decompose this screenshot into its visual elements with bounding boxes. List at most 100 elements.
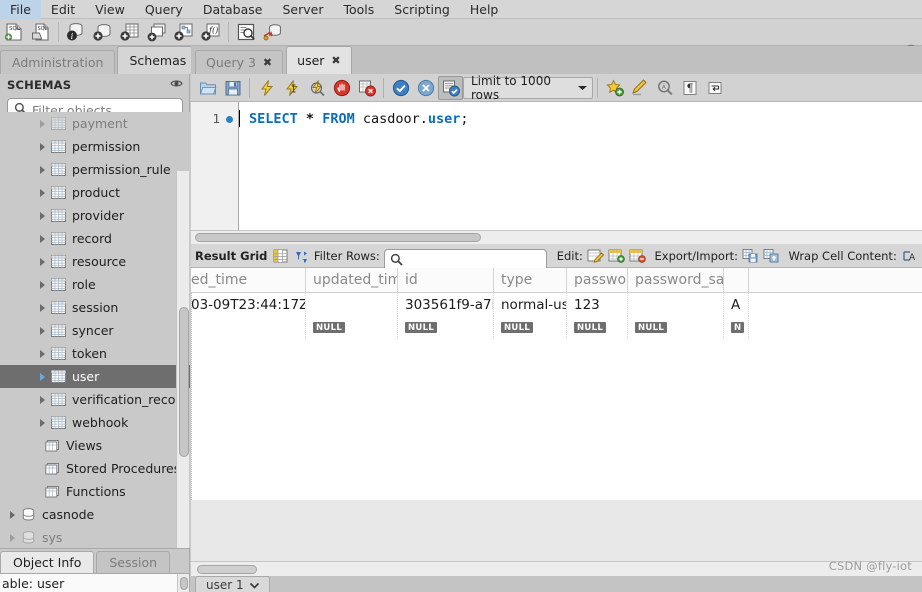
wrap-text-icon[interactable]: A [901, 247, 918, 265]
export-recordset-icon[interactable] [742, 247, 759, 265]
open-sql-script-icon[interactable]: SQL [28, 20, 54, 45]
explain-icon[interactable] [304, 76, 329, 100]
menu-item-server[interactable]: Server [272, 0, 333, 19]
menu-item-edit[interactable]: Edit [41, 0, 85, 19]
refresh-eye-icon[interactable] [170, 78, 183, 92]
new-table-icon[interactable] [117, 20, 143, 45]
save-script-icon[interactable] [220, 76, 245, 100]
object-info-tab-object-info[interactable]: Object Info [0, 551, 95, 573]
expand-arrow-icon[interactable] [6, 509, 18, 521]
expand-arrow-icon[interactable] [36, 164, 48, 176]
toggle-invisible-chars-icon[interactable]: ¶ [677, 76, 702, 100]
chevron-down-icon[interactable] [249, 578, 259, 592]
result-tab-user-1[interactable]: user 1 [195, 576, 270, 592]
grid-row[interactable]: 03-09T23:44:17Z 303561f9-a7b2-4c9a-a788-7… [191, 293, 922, 316]
sql-editor[interactable]: 1 SELECT * FROM casdoor.user; [191, 102, 922, 230]
execute-icon[interactable] [254, 76, 279, 100]
delete-row-icon[interactable] [629, 247, 647, 265]
filter-rows-icon[interactable] [293, 247, 310, 265]
expand-arrow-icon[interactable] [6, 532, 18, 544]
menu-item-scripting[interactable]: Scripting [384, 0, 460, 19]
menu-item-help[interactable]: Help [460, 0, 509, 19]
new-view-icon[interactable] [144, 20, 170, 45]
tree-item-webhook[interactable]: webhook [0, 411, 190, 434]
expand-arrow-icon[interactable] [30, 463, 42, 475]
tree-item-views[interactable]: Views [0, 434, 190, 457]
commit-icon[interactable] [388, 76, 413, 100]
tree-item-payment[interactable]: payment [0, 112, 190, 135]
grid-cell[interactable]: NULL [567, 316, 628, 339]
schema-tree[interactable]: payment permission permission_rule product p… [0, 112, 190, 575]
tree-item-provider[interactable]: provider [0, 204, 190, 227]
grid-cell[interactable]: 03-09T23:44:17Z [191, 293, 306, 316]
find-icon[interactable]: A [652, 76, 677, 100]
grid-cell[interactable] [628, 293, 724, 316]
menu-item-tools[interactable]: Tools [333, 0, 384, 19]
tree-item-product[interactable]: product [0, 181, 190, 204]
tree-item-sys[interactable]: sys [0, 526, 190, 549]
grid-column-header[interactable]: type [494, 268, 567, 292]
grid-column-header[interactable]: updated_time [306, 268, 398, 292]
expand-arrow-icon[interactable] [36, 210, 48, 222]
grid-cell[interactable] [306, 293, 398, 316]
sql-code[interactable]: SELECT * FROM casdoor.user; [239, 102, 922, 230]
expand-arrow-icon[interactable] [36, 348, 48, 360]
tree-item-resource[interactable]: resource [0, 250, 190, 273]
grid-cell[interactable]: normal-user [494, 293, 567, 316]
add-snippet-icon[interactable] [602, 76, 627, 100]
open-script-icon[interactable] [195, 76, 220, 100]
expand-arrow-icon[interactable] [36, 256, 48, 268]
grid-cell[interactable]: NULL [494, 316, 567, 339]
expand-arrow-icon[interactable] [36, 118, 48, 130]
query-tab-user[interactable]: user ✖ [286, 46, 352, 74]
reconnect-dbms-icon[interactable] [260, 20, 286, 45]
result-grid[interactable]: ed_timeupdated_timeidtypepasswordpasswor… [191, 268, 922, 500]
object-info-tab-session[interactable]: Session [96, 551, 171, 573]
expand-arrow-icon[interactable] [36, 325, 48, 337]
menu-item-query[interactable]: Query [135, 0, 193, 19]
expand-arrow-icon[interactable] [36, 233, 48, 245]
expand-arrow-icon[interactable] [30, 440, 42, 452]
grid-icon[interactable] [271, 247, 288, 265]
new-stored-procedure-icon[interactable] [171, 20, 197, 45]
expand-arrow-icon[interactable] [30, 486, 42, 498]
stop-on-error-icon[interactable] [354, 76, 379, 100]
grid-cell[interactable]: NULL [398, 316, 494, 339]
execute-current-statement-icon[interactable] [279, 76, 304, 100]
expand-arrow-icon[interactable] [36, 371, 48, 383]
expand-arrow-icon[interactable] [36, 302, 48, 314]
tree-item-session[interactable]: session [0, 296, 190, 319]
new-schema-icon[interactable] [90, 20, 116, 45]
filter-rows-input[interactable] [406, 253, 541, 268]
close-icon[interactable]: ✖ [263, 56, 272, 69]
limit-rows-select[interactable]: Limit to 1000 rows [463, 74, 593, 102]
tree-item-record[interactable]: record [0, 227, 190, 250]
grid-cell[interactable]: 303561f9-a7b2-4c9a-a788-7f6fe88… [398, 293, 494, 316]
insert-row-icon[interactable] [608, 247, 625, 265]
object-info-scrollbar[interactable] [177, 574, 189, 592]
menu-item-view[interactable]: View [85, 0, 135, 19]
beautify-sql-icon[interactable] [627, 76, 652, 100]
menu-item-file[interactable]: File [0, 0, 41, 19]
new-sql-tab-icon[interactable]: SQL [1, 20, 27, 45]
expand-arrow-icon[interactable] [36, 394, 48, 406]
sidebar-tab-administration[interactable]: Administration [0, 50, 116, 74]
grid-cell[interactable]: 123 [567, 293, 628, 316]
stop-icon[interactable] [329, 76, 354, 100]
expand-arrow-icon[interactable] [36, 279, 48, 291]
tree-item-syncer[interactable]: syncer [0, 319, 190, 342]
tree-item-permission_rule[interactable]: permission_rule [0, 158, 190, 181]
tree-item-functions[interactable]: Functions [0, 480, 190, 503]
rollback-icon[interactable] [413, 76, 438, 100]
grid-column-header[interactable]: id [398, 268, 494, 292]
tree-item-permission[interactable]: permission [0, 135, 190, 158]
grid-cell[interactable]: NULL [306, 316, 398, 339]
autocommit-icon[interactable] [438, 75, 463, 100]
grid-cell[interactable]: A [724, 293, 749, 316]
expand-arrow-icon[interactable] [36, 187, 48, 199]
tree-item-user[interactable]: user [0, 365, 190, 388]
grid-cell[interactable]: N [724, 316, 749, 339]
close-icon[interactable]: ✖ [331, 54, 340, 67]
expand-arrow-icon[interactable] [36, 417, 48, 429]
grid-row[interactable]: NULL NULL NULL NULL NULL N [191, 316, 922, 339]
